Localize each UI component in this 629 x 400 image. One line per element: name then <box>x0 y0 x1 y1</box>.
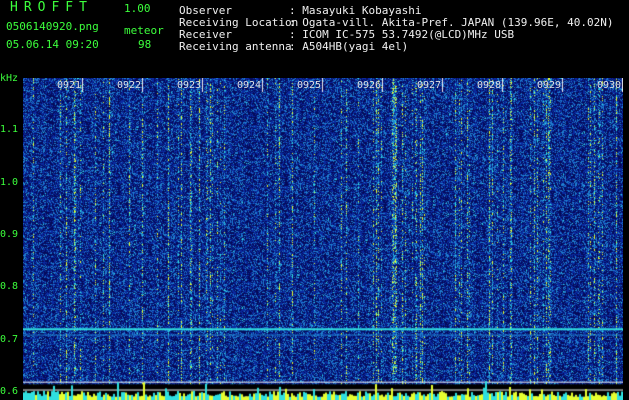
observation-datetime: 05.06.14 09:20 <box>6 38 99 51</box>
spectrogram-canvas <box>23 78 623 400</box>
y-tick-label: 0.9 <box>0 229 19 241</box>
app-version: 1.00 <box>124 2 151 15</box>
time-label: 0922 <box>117 80 142 91</box>
y-tick-label: 0.7 <box>0 333 19 345</box>
y-tick-label: 1.0 <box>0 176 19 188</box>
time-label: 0925 <box>297 80 322 91</box>
time-label: 0929 <box>537 80 562 91</box>
y-tick-label: 0.8 <box>0 281 19 293</box>
time-label: 0927 <box>417 80 442 91</box>
time-label: 0923 <box>177 80 202 91</box>
y-tick-label: 0.6 <box>0 386 19 398</box>
time-label: 0930 <box>597 80 622 91</box>
time-label: 0926 <box>357 80 382 91</box>
file-name: 0506140920.png <box>6 20 99 33</box>
app-title: HROFFT <box>10 0 93 15</box>
time-label: 0921 <box>57 80 82 91</box>
y-axis-unit: kHz <box>0 73 19 84</box>
y-tick-label: 1.1 <box>0 124 19 136</box>
meteor-count-label: meteor <box>124 24 164 37</box>
info-value: : A504HB(yagi 4el) <box>289 40 409 53</box>
time-label: 0928 <box>477 80 502 91</box>
time-label: 0924 <box>237 80 262 91</box>
meteor-count-value: 98 <box>138 38 152 51</box>
spectrogram-plot: 0921 0922 0923 0924 0925 0926 0927 0928 0929 0930 <box>23 78 623 400</box>
info-label: Receiving antenna <box>179 40 292 53</box>
